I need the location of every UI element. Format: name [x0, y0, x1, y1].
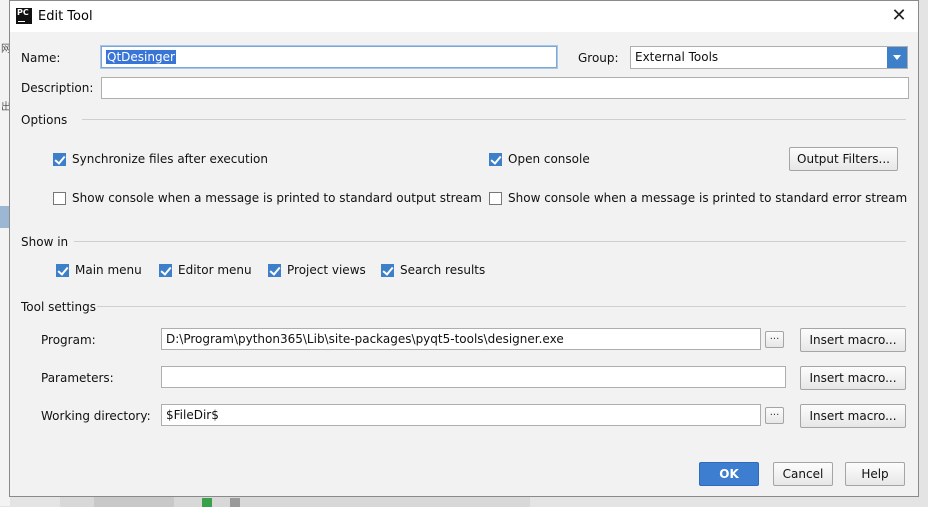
title-bar: PC Edit Tool ✕ [10, 1, 918, 32]
checkbox-icon [381, 263, 394, 277]
search-results-checkbox[interactable]: Search results [381, 263, 485, 277]
show-console-stderr-checkbox[interactable]: Show console when a message is printed t… [489, 191, 907, 205]
show-in-title: Show in [21, 235, 69, 249]
program-input[interactable] [161, 328, 761, 350]
working-directory-input[interactable] [161, 404, 761, 426]
main-menu-label: Main menu [75, 263, 142, 277]
dropdown-arrow-icon[interactable] [887, 47, 907, 68]
cancel-button[interactable]: Cancel [773, 462, 833, 486]
show-console-stderr-label: Show console when a message is printed t… [508, 191, 908, 205]
working-directory-insert-macro-button[interactable]: Insert macro... [800, 404, 906, 428]
group-value: External Tools [635, 50, 719, 64]
options-title: Options [21, 113, 68, 127]
open-console-checkbox[interactable]: Open console [489, 152, 590, 166]
name-value: QtDesinger [106, 50, 176, 64]
show-console-stdout-checkbox[interactable]: Show console when a message is printed t… [53, 191, 482, 205]
program-label: Program: [41, 333, 96, 347]
show-in-separator [74, 241, 906, 242]
search-results-label: Search results [400, 263, 486, 277]
checkbox-icon [489, 152, 502, 166]
name-input[interactable]: QtDesinger [101, 46, 557, 68]
options-separator [82, 119, 906, 120]
editor-menu-checkbox[interactable]: Editor menu [159, 263, 252, 277]
edit-tool-dialog: PC Edit Tool ✕ Name: QtDesinger Group: E… [9, 0, 919, 497]
checkbox-icon [53, 152, 66, 166]
close-icon[interactable]: ✕ [888, 5, 910, 27]
output-filters-button[interactable]: Output Filters... [789, 147, 898, 171]
parameters-input[interactable] [161, 366, 786, 388]
help-button[interactable]: Help [845, 462, 905, 486]
checkbox-icon [268, 263, 281, 277]
description-input[interactable] [101, 77, 909, 99]
group-label: Group: [578, 51, 619, 65]
open-console-label: Open console [508, 152, 590, 166]
working-directory-label: Working directory: [41, 409, 151, 423]
checkbox-icon [56, 263, 69, 277]
program-browse-button[interactable]: ... [765, 331, 784, 348]
background-toolbar [60, 496, 530, 507]
description-label: Description: [21, 81, 94, 95]
app-icon-bar [18, 21, 25, 22]
project-views-checkbox[interactable]: Project views [268, 263, 366, 277]
checkbox-icon [489, 191, 502, 205]
sync-files-label: Synchronize files after execution [72, 152, 268, 166]
parameters-insert-macro-button[interactable]: Insert macro... [800, 366, 906, 390]
show-console-stdout-label: Show console when a message is printed t… [72, 191, 482, 205]
checkbox-icon [53, 191, 66, 205]
working-directory-browse-button[interactable]: ... [765, 407, 784, 424]
app-icon: PC [16, 8, 32, 24]
app-icon-text: PC [17, 8, 29, 17]
main-menu-checkbox[interactable]: Main menu [56, 263, 142, 277]
sync-files-checkbox[interactable]: Synchronize files after execution [53, 152, 268, 166]
parameters-label: Parameters: [41, 371, 114, 385]
ok-button[interactable]: OK [699, 462, 759, 486]
name-label: Name: [21, 51, 61, 65]
program-insert-macro-button[interactable]: Insert macro... [800, 328, 906, 352]
editor-menu-label: Editor menu [178, 263, 252, 277]
dialog-title: Edit Tool [38, 9, 93, 24]
project-views-label: Project views [287, 263, 366, 277]
tool-settings-title: Tool settings [21, 300, 96, 314]
tool-settings-separator [97, 306, 906, 307]
checkbox-icon [159, 263, 172, 277]
group-select[interactable]: External Tools [630, 46, 908, 69]
